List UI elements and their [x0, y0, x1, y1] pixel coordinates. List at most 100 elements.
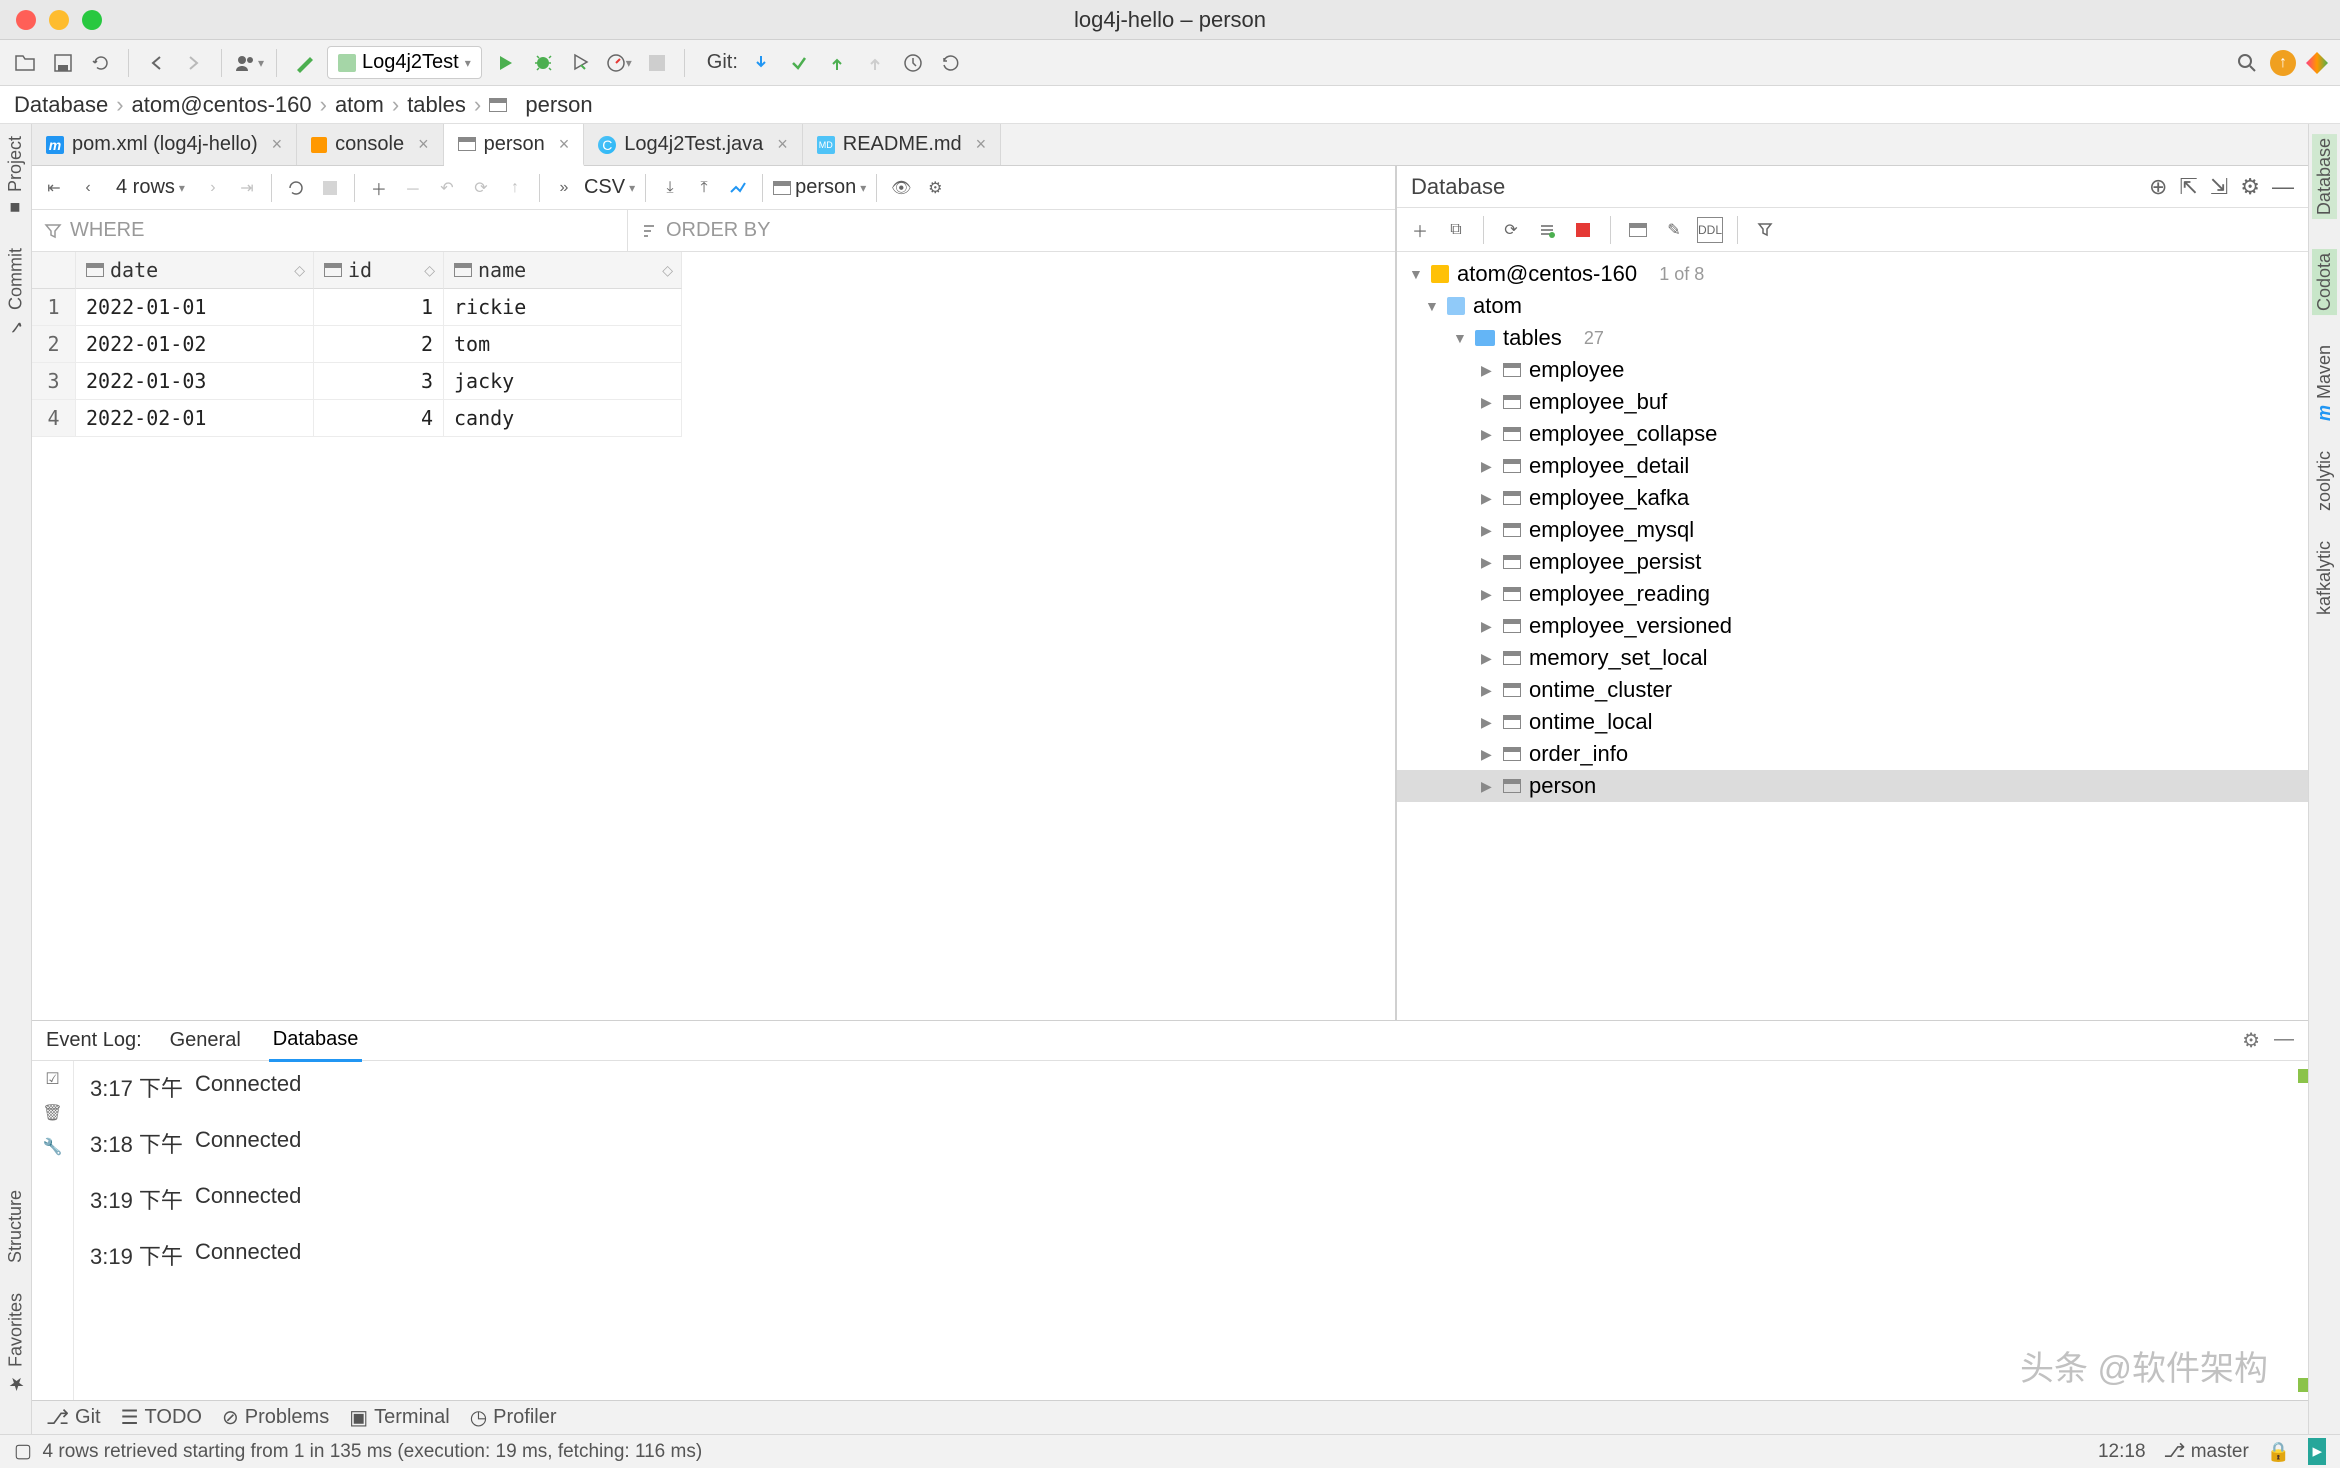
- row-number[interactable]: 2: [32, 326, 76, 363]
- crumb-database[interactable]: Database: [14, 92, 108, 118]
- mark-read-icon[interactable]: ☑: [45, 1069, 59, 1089]
- problems-tool-button[interactable]: ⊘ Problems: [222, 1405, 329, 1430]
- tree-table-employee_reading[interactable]: ▶employee_reading: [1397, 578, 2308, 610]
- new-icon[interactable]: ＋: [1407, 217, 1433, 243]
- save-icon[interactable]: [48, 48, 78, 78]
- tree-table-person[interactable]: ▶person: [1397, 770, 2308, 802]
- jetbrains-icon[interactable]: [2304, 50, 2330, 76]
- ddl-icon[interactable]: DDL: [1697, 217, 1723, 243]
- run-icon[interactable]: [490, 48, 520, 78]
- cell-date[interactable]: 2022-02-01: [76, 400, 314, 437]
- cell-id[interactable]: 4: [314, 400, 444, 437]
- crumb-table[interactable]: person: [489, 92, 592, 118]
- close-icon[interactable]: ×: [976, 134, 987, 155]
- maven-tool-button[interactable]: m Maven: [2314, 345, 2335, 421]
- maximize-window-icon[interactable]: [82, 10, 102, 30]
- tab-pom[interactable]: mpom.xml (log4j-hello)×: [32, 124, 297, 165]
- hide-icon[interactable]: —: [2272, 174, 2294, 200]
- hammer-icon[interactable]: [289, 48, 319, 78]
- tree-table-memory_set_local[interactable]: ▶memory_set_local: [1397, 642, 2308, 674]
- refresh-icon[interactable]: [86, 48, 116, 78]
- prev-page-icon[interactable]: ‹: [74, 174, 102, 202]
- back-icon[interactable]: [141, 48, 171, 78]
- close-icon[interactable]: ×: [777, 134, 788, 155]
- cell-date[interactable]: 2022-01-01: [76, 289, 314, 326]
- crumb-schema[interactable]: atom: [335, 92, 384, 118]
- hide-icon[interactable]: —: [2274, 1028, 2294, 1053]
- tree-table-employee_mysql[interactable]: ▶employee_mysql: [1397, 514, 2308, 546]
- column-header-date[interactable]: date◇: [76, 252, 314, 289]
- kafkalytic-tool-button[interactable]: kafkalytic: [2314, 541, 2335, 615]
- close-icon[interactable]: ×: [559, 134, 570, 155]
- more-icon[interactable]: »: [550, 174, 578, 202]
- tree-table-employee_persist[interactable]: ▶employee_persist: [1397, 546, 2308, 578]
- profile-icon[interactable]: ▾: [604, 48, 634, 78]
- column-header-id[interactable]: id◇: [314, 252, 444, 289]
- lock-icon[interactable]: 🔒: [2267, 1440, 2291, 1464]
- tree-schema[interactable]: ▼atom: [1397, 290, 2308, 322]
- revert-icon[interactable]: [936, 48, 966, 78]
- tree-table-employee_collapse[interactable]: ▶employee_collapse: [1397, 418, 2308, 450]
- project-tool-button[interactable]: ■ Project: [5, 136, 26, 218]
- settings-icon[interactable]: ⚙: [921, 174, 949, 202]
- open-icon[interactable]: [10, 48, 40, 78]
- event-log-tab-database[interactable]: Database: [269, 1020, 363, 1062]
- git-commit-icon[interactable]: [784, 48, 814, 78]
- codota-tool-button[interactable]: Codota: [2312, 249, 2337, 315]
- next-page-icon[interactable]: ›: [199, 174, 227, 202]
- cell-name[interactable]: tom: [444, 326, 682, 363]
- zoolytic-tool-button[interactable]: zoolytic: [2314, 451, 2335, 511]
- ide-update-icon[interactable]: ↑: [2270, 50, 2296, 76]
- cell-date[interactable]: 2022-01-03: [76, 363, 314, 400]
- git-pull-icon[interactable]: [746, 48, 776, 78]
- view-icon[interactable]: 👁: [887, 174, 915, 202]
- structure-tool-button[interactable]: Structure: [5, 1190, 26, 1263]
- tree-datasource[interactable]: ▼atom@centos-160 1 of 8: [1397, 258, 2308, 290]
- cell-name[interactable]: rickie: [444, 289, 682, 326]
- close-icon[interactable]: ×: [272, 134, 283, 155]
- table-selector[interactable]: person ▾: [773, 176, 866, 199]
- tab-person[interactable]: person×: [444, 124, 585, 166]
- run-config-selector[interactable]: Log4j2Test ▾: [327, 46, 482, 79]
- export-format-selector[interactable]: CSV ▾: [584, 176, 635, 199]
- filter-icon[interactable]: [1752, 217, 1778, 243]
- commit-tool-button[interactable]: ✓ Commit: [5, 248, 27, 337]
- git-push-icon[interactable]: [822, 48, 852, 78]
- expand-icon[interactable]: ⇲: [2210, 174, 2228, 200]
- forward-icon[interactable]: [179, 48, 209, 78]
- git-branch[interactable]: ⎇ master: [2164, 1440, 2249, 1463]
- todo-tool-button[interactable]: ☰ TODO: [121, 1405, 202, 1430]
- tree-tables-folder[interactable]: ▼tables 27: [1397, 322, 2308, 354]
- last-page-icon[interactable]: ⇥: [233, 174, 261, 202]
- git-tool-button[interactable]: ⎇ Git: [46, 1405, 101, 1430]
- row-count[interactable]: 4 rows ▾: [108, 176, 193, 199]
- tree-table-ontime_local[interactable]: ▶ontime_local: [1397, 706, 2308, 738]
- users-icon[interactable]: ▾: [234, 48, 264, 78]
- wrench-icon[interactable]: 🔧: [43, 1137, 63, 1157]
- first-page-icon[interactable]: ⇤: [40, 174, 68, 202]
- reload-icon[interactable]: [282, 174, 310, 202]
- tree-table-employee[interactable]: ▶employee: [1397, 354, 2308, 386]
- tree-table-employee_detail[interactable]: ▶employee_detail: [1397, 450, 2308, 482]
- refresh-icon[interactable]: ⟳: [1498, 217, 1524, 243]
- table-view-icon[interactable]: [1625, 217, 1651, 243]
- row-number[interactable]: 1: [32, 289, 76, 326]
- duplicate-icon[interactable]: ⧉: [1443, 217, 1469, 243]
- target-icon[interactable]: ⊕: [2149, 174, 2167, 200]
- row-number[interactable]: 4: [32, 400, 76, 437]
- export-icon[interactable]: ⤓: [656, 174, 684, 202]
- where-filter[interactable]: WHERE: [32, 210, 628, 251]
- tree-table-order_info[interactable]: ▶order_info: [1397, 738, 2308, 770]
- minimize-window-icon[interactable]: [49, 10, 69, 30]
- tab-console[interactable]: console×: [297, 124, 443, 165]
- add-row-icon[interactable]: ＋: [365, 174, 393, 202]
- cell-id[interactable]: 3: [314, 363, 444, 400]
- database-tool-button[interactable]: Database: [2312, 134, 2337, 219]
- gear-icon[interactable]: ⚙: [2240, 174, 2260, 200]
- import-icon[interactable]: ⤒: [690, 174, 718, 202]
- debug-icon[interactable]: [528, 48, 558, 78]
- tree-table-employee_kafka[interactable]: ▶employee_kafka: [1397, 482, 2308, 514]
- sync-icon[interactable]: [1534, 217, 1560, 243]
- profiler-tool-button[interactable]: ◷ Profiler: [470, 1405, 557, 1430]
- compare-icon[interactable]: [724, 174, 752, 202]
